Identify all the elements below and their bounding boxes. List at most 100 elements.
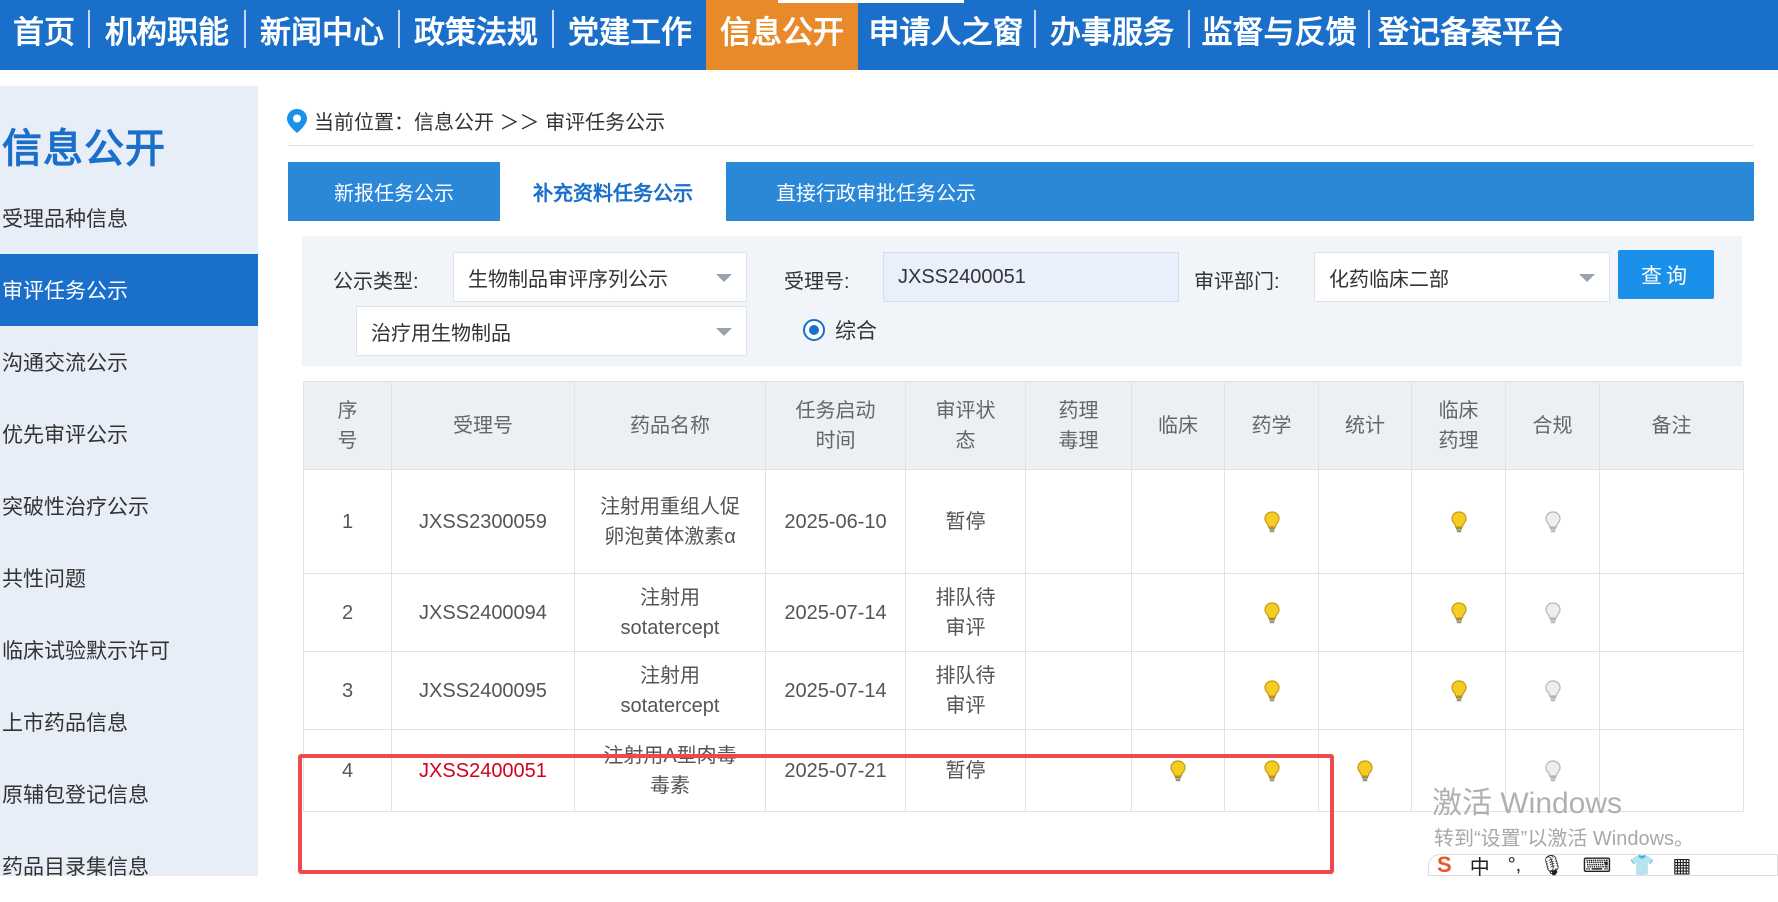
- type-select-value: 生物制品审评序列公示: [468, 268, 668, 291]
- sidebar-item-0[interactable]: 受理品种信息: [0, 182, 258, 254]
- tab-supplement-tasks[interactable]: 补充资料任务公示: [500, 162, 726, 221]
- table-row: 3 JXSS2400095 注射用 sotatercept 2025-07-14 排队待…: [303, 651, 1744, 730]
- nav-item-7[interactable]: 办事服务: [1036, 0, 1188, 70]
- row-review-status: 排队待审评: [905, 651, 1026, 730]
- nav-item-2[interactable]: 新闻中心: [246, 0, 398, 70]
- dept-select[interactable]: 化药临床二部: [1314, 252, 1610, 302]
- dept-label: 审评部门:: [1194, 271, 1280, 293]
- microphone-icon[interactable]: 🎙: [1539, 853, 1564, 878]
- lightbulb-on-icon: [1449, 680, 1469, 702]
- nav-item-9[interactable]: 登记备案平台: [1370, 0, 1572, 70]
- skin-icon[interactable]: 👕: [1630, 853, 1655, 878]
- header-start-time: 任务启动时间: [765, 381, 906, 470]
- keyboard-icon[interactable]: ⌨: [1583, 853, 1612, 878]
- nav-active-indicator: [778, 0, 964, 3]
- row-review-dimension: [1224, 469, 1319, 574]
- sidebar-item-7[interactable]: 上市药品信息: [0, 686, 258, 758]
- toolbox-icon[interactable]: ▦: [1672, 853, 1691, 878]
- header-clin-pharm: 临床药理: [1411, 381, 1506, 470]
- table-row: 1 JXSS2300059 注射用重组人促卵泡黄体激素α 2025-06-10 暂停: [303, 469, 1744, 574]
- ime-mode[interactable]: 中: [1470, 851, 1490, 880]
- radio-label: 综合: [835, 320, 877, 343]
- header-drug-name: 药品名称: [574, 381, 766, 470]
- nav-item-6[interactable]: 申请人之窗: [858, 0, 1034, 70]
- chevron-down-icon: [1579, 274, 1595, 282]
- row-acceptance-no: JXSS2400051: [391, 729, 575, 812]
- nav-item-5[interactable]: 信息公开: [706, 0, 858, 70]
- sidebar-title: 信息公开: [2, 127, 166, 171]
- radio-comprehensive[interactable]: 综合: [803, 315, 877, 345]
- query-button[interactable]: 查询: [1618, 250, 1714, 299]
- lightbulb-off-icon: [1543, 602, 1563, 624]
- tab-new-tasks[interactable]: 新报任务公示: [288, 162, 500, 221]
- lightbulb-on-icon: [1262, 680, 1282, 702]
- row-review-status: 暂停: [905, 729, 1026, 812]
- sogou-logo-icon[interactable]: S: [1437, 852, 1452, 878]
- row-review-dimension: [1411, 469, 1506, 574]
- watermark-title: 激活 Windows: [1432, 787, 1623, 820]
- row-review-dimension: [1131, 469, 1225, 574]
- lightbulb-on-icon: [1168, 760, 1188, 782]
- lightbulb-on-icon: [1449, 511, 1469, 533]
- sidebar-item-4[interactable]: 突破性治疗公示: [0, 470, 258, 542]
- sidebar-item-8[interactable]: 原辅包登记信息: [0, 758, 258, 830]
- nav-bar: 首页 机构职能 新闻中心 政策法规 党建工作 信息公开 申请人之窗 办事服务 监督与反馈 登记备案…: [0, 0, 1572, 70]
- lightbulb-on-icon: [1262, 511, 1282, 533]
- acceptance-input-value: JXSS2400051: [898, 265, 1026, 288]
- row-start-time: 2025-07-21: [765, 729, 906, 812]
- row-review-dimension: [1318, 469, 1412, 574]
- sidebar-item-5[interactable]: 共性问题: [0, 542, 258, 614]
- nav-item-4[interactable]: 党建工作: [554, 0, 706, 70]
- row-review-dimension: [1318, 729, 1412, 812]
- row-review-dimension: [1025, 573, 1132, 652]
- row-drug-name: 注射用重组人促卵泡黄体激素α: [574, 469, 766, 574]
- row-review-dimension: [1224, 651, 1319, 730]
- row-review-status: 暂停: [905, 469, 1026, 574]
- lightbulb-on-icon: [1262, 760, 1282, 782]
- sidebar-item-3[interactable]: 优先审评公示: [0, 398, 258, 470]
- breadcrumb-path[interactable]: 信息公开 ＞＞ 审评任务公示: [414, 106, 665, 135]
- acceptance-input[interactable]: JXSS2400051: [883, 252, 1179, 302]
- ime-toolbar: S 中 °, 🎙 ⌨ 👕 ▦: [1428, 852, 1778, 879]
- row-seq: 1: [303, 469, 392, 574]
- header-clinical: 临床: [1131, 381, 1225, 470]
- chevron-down-icon: [716, 328, 732, 336]
- row-remarks: [1599, 469, 1744, 574]
- header-remarks: 备注: [1599, 381, 1744, 470]
- nav-item-3[interactable]: 政策法规: [400, 0, 552, 70]
- tab-bar: 新报任务公示 补充资料任务公示 直接行政审批任务公示: [288, 162, 1754, 221]
- punctuation-icon[interactable]: °,: [1508, 854, 1522, 877]
- row-review-dimension: [1224, 729, 1319, 812]
- nav-item-0[interactable]: 首页: [0, 0, 88, 70]
- header-acceptance-no: 受理号: [391, 381, 575, 470]
- subtype-select[interactable]: 治疗用生物制品: [356, 306, 747, 356]
- tab-direct-approval-tasks[interactable]: 直接行政审批任务公示: [726, 162, 1026, 221]
- nav-item-8[interactable]: 监督与反馈: [1190, 0, 1368, 70]
- sidebar-item-9[interactable]: 药品目录集信息: [0, 830, 258, 902]
- row-review-dimension: [1131, 729, 1225, 812]
- row-remarks: [1599, 651, 1744, 730]
- watermark-subtitle: 转到“设置”以激活 Windows。: [1434, 828, 1695, 850]
- radio-selected-icon[interactable]: [803, 319, 825, 341]
- chevron-down-icon: [716, 274, 732, 282]
- row-acceptance-no: JXSS2400095: [391, 651, 575, 730]
- results-table: 序号 受理号 药品名称 任务启动时间 审评状态 药理毒理 临床 药学 统计 临床…: [303, 381, 1744, 812]
- lightbulb-off-icon: [1543, 680, 1563, 702]
- row-review-dimension: [1025, 729, 1132, 812]
- sidebar-item-2[interactable]: 沟通交流公示: [0, 326, 258, 398]
- breadcrumb-prefix: 当前位置：: [314, 112, 414, 134]
- row-start-time: 2025-06-10: [765, 469, 906, 574]
- header-seq: 序号: [303, 381, 392, 470]
- lightbulb-off-icon: [1543, 511, 1563, 533]
- header-review-status: 审评状态: [905, 381, 1026, 470]
- nav-item-1[interactable]: 机构职能: [90, 0, 244, 70]
- sidebar-item-1[interactable]: 审评任务公示: [0, 254, 258, 326]
- location-pin-icon: [287, 108, 307, 133]
- sidebar-item-6[interactable]: 临床试验默示许可: [0, 614, 258, 686]
- lightbulb-on-icon: [1355, 760, 1375, 782]
- table-row: 2 JXSS2400094 注射用 sotatercept 2025-07-14 排队待…: [303, 573, 1744, 652]
- row-review-dimension: [1318, 651, 1412, 730]
- type-select[interactable]: 生物制品审评序列公示: [453, 252, 747, 302]
- row-drug-name: 注射用 sotatercept: [574, 573, 766, 652]
- row-drug-name: 注射用A型肉毒毒素: [574, 729, 766, 812]
